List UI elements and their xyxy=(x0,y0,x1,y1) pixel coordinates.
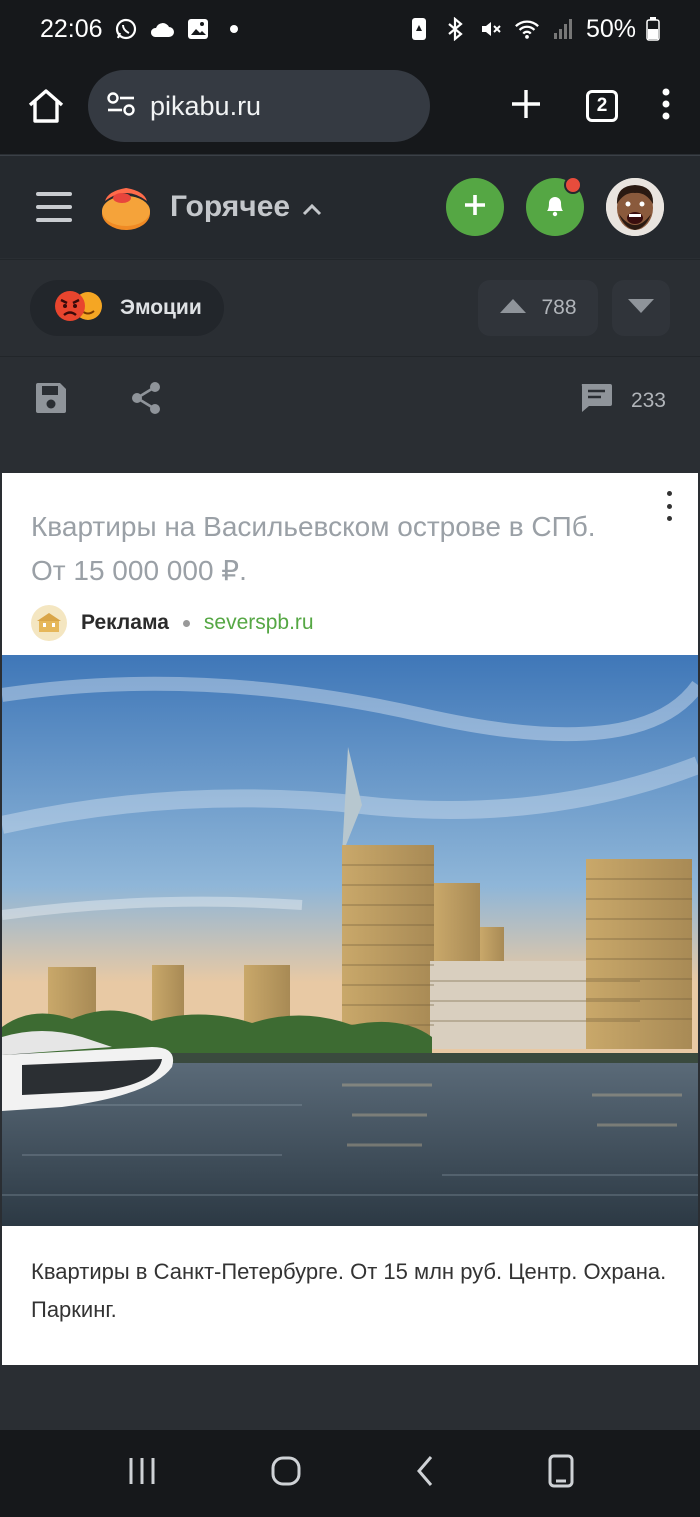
signal-icon xyxy=(550,16,576,42)
separator-dot xyxy=(182,619,190,627)
battery-icon xyxy=(646,16,660,42)
browser-toolbar: pikabu.ru 2 xyxy=(0,58,700,154)
ad-domain-link[interactable]: severspb.ru xyxy=(204,611,314,635)
save-icon[interactable] xyxy=(34,381,68,420)
comments-count: 233 xyxy=(630,388,666,412)
home-icon[interactable] xyxy=(20,80,72,132)
site-settings-icon[interactable] xyxy=(106,91,136,122)
more-icon[interactable] xyxy=(662,88,670,125)
next-post-partial xyxy=(0,1365,700,1430)
upvote-icon xyxy=(499,296,527,320)
system-nav-bar xyxy=(0,1430,700,1517)
chevron-up-icon xyxy=(302,190,322,224)
advertiser-logo xyxy=(31,605,67,641)
clock: 22:06 xyxy=(40,14,103,43)
ad-label: Реклама xyxy=(81,611,169,634)
post-tags-row: Эмоции 788 xyxy=(0,259,700,356)
downvote-icon xyxy=(627,298,655,319)
url-text[interactable]: pikabu.ru xyxy=(150,91,261,122)
whatsapp-icon xyxy=(113,16,139,42)
ad-meta: Реклама severspb.ru xyxy=(31,605,314,641)
emotions-icon xyxy=(54,289,104,328)
upvote-button[interactable]: 788 xyxy=(478,280,598,336)
avatar[interactable] xyxy=(606,178,664,236)
ad-title[interactable]: Квартиры на Васильевском острове в СПб. … xyxy=(31,505,631,593)
cloud-icon xyxy=(149,16,175,42)
tag-emotions[interactable]: Эмоции xyxy=(30,280,224,336)
home-nav-icon[interactable] xyxy=(270,1455,302,1492)
mute-icon xyxy=(478,16,504,42)
ad-description: Квартиры в Санкт-Петербурге. От 15 млн р… xyxy=(31,1259,667,1322)
add-icon xyxy=(463,193,487,222)
back-icon[interactable] xyxy=(415,1455,435,1492)
rating-value: 788 xyxy=(541,296,577,319)
notifications-button[interactable] xyxy=(526,176,584,236)
dot-indicator xyxy=(221,16,247,42)
battery-percent: 50% xyxy=(585,14,636,43)
notification-badge xyxy=(564,176,582,194)
ad-image[interactable] xyxy=(2,655,698,1226)
status-bar: 22:06 50% xyxy=(0,0,700,58)
gallery-icon xyxy=(185,16,211,42)
tag-label: Эмоции xyxy=(120,296,202,319)
address-bar[interactable]: pikabu.ru xyxy=(88,70,430,142)
bell-icon xyxy=(544,193,566,222)
tab-switcher-button[interactable]: 2 xyxy=(586,90,618,122)
ad-card[interactable]: Квартиры на Васильевском острове в СПб. … xyxy=(2,473,698,1365)
comments-button[interactable]: 233 xyxy=(579,382,666,420)
downvote-button[interactable] xyxy=(612,280,670,336)
ad-menu-icon[interactable] xyxy=(664,491,674,521)
new-tab-icon[interactable] xyxy=(510,88,542,125)
app-header: Горячее xyxy=(0,155,700,258)
recents-icon[interactable] xyxy=(127,1456,157,1491)
wifi-icon xyxy=(514,16,540,42)
share-icon[interactable] xyxy=(130,381,162,420)
bluetooth-icon xyxy=(442,16,468,42)
section-title: Горячее xyxy=(170,190,291,223)
post-actions-row: 233 xyxy=(0,356,700,444)
menu-icon[interactable] xyxy=(36,192,72,222)
comment-icon xyxy=(579,382,613,420)
pikabu-logo[interactable] xyxy=(100,181,152,233)
add-post-button[interactable] xyxy=(446,178,504,236)
sync-icon xyxy=(406,16,432,42)
keyboard-toggle-icon[interactable] xyxy=(548,1454,574,1493)
section-selector[interactable]: Горячее xyxy=(170,190,322,224)
